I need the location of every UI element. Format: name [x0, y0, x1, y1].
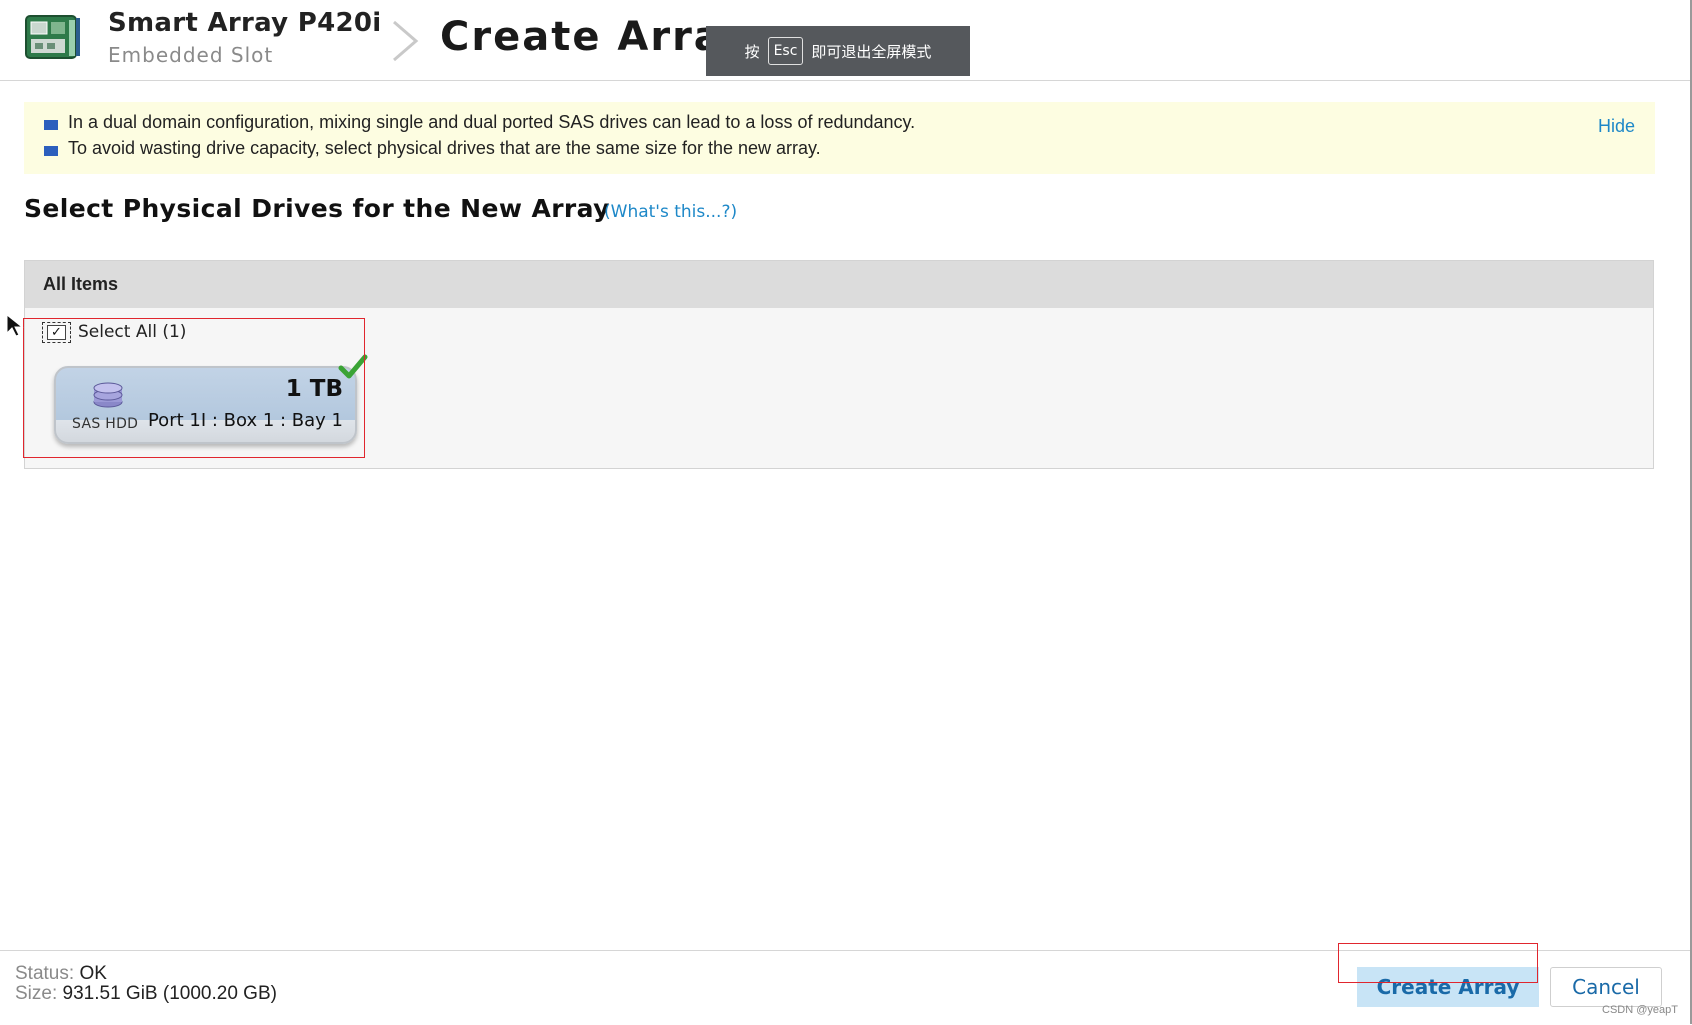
- panel-header-label: All Items: [43, 274, 119, 294]
- physical-drive-tile[interactable]: SAS HDD 1 TB Port 1I : Box 1 : Bay 1: [54, 366, 357, 444]
- toast-suffix: 即可退出全屏模式: [811, 42, 932, 61]
- status-value: OK: [79, 963, 107, 984]
- watermark: CSDN @yeapT: [1602, 1004, 1678, 1016]
- status-line: Status: OK: [15, 963, 107, 985]
- checkmark-icon: [338, 354, 368, 379]
- select-all-label[interactable]: Select All (1): [78, 322, 186, 342]
- size-label: Size:: [15, 983, 58, 1004]
- notice-text: In a dual domain configuration, mixing s…: [68, 112, 916, 132]
- size-line: Size: 931.51 GiB (1000.20 GB): [15, 983, 277, 1005]
- mouse-pointer-icon: [6, 314, 24, 337]
- create-array-button[interactable]: Create Array: [1357, 967, 1539, 1007]
- hide-notice-link[interactable]: Hide: [1598, 116, 1635, 137]
- drive-size-label: 1 TB: [285, 376, 343, 402]
- panel-header: All Items: [25, 261, 1653, 308]
- controller-slot: Embedded Slot: [108, 43, 274, 67]
- page-title: Create Array: [440, 14, 750, 60]
- select-all-checkbox[interactable]: ✓: [42, 322, 71, 343]
- esc-key-badge: Esc: [767, 37, 804, 65]
- cancel-button[interactable]: Cancel: [1550, 967, 1662, 1007]
- toast-prefix: 按: [744, 42, 760, 61]
- notice-text: To avoid wasting drive capacity, select …: [68, 138, 821, 158]
- drive-type-label: SAS HDD: [72, 416, 139, 432]
- raid-controller-icon: [25, 15, 80, 59]
- bullet-icon: [44, 145, 58, 156]
- whats-this-help-link[interactable]: (What's this...?): [604, 202, 737, 222]
- bullet-icon: [44, 119, 58, 130]
- warning-notice: In a dual domain configuration, mixing s…: [24, 102, 1655, 174]
- checkmark-icon: ✓: [47, 325, 66, 340]
- section-title: Select Physical Drives for the New Array: [24, 194, 610, 223]
- controller-name: Smart Array P420i: [108, 8, 382, 38]
- fullscreen-exit-toast: 按 Esc 即可退出全屏模式: [706, 26, 970, 76]
- notice-line: To avoid wasting drive capacity, select …: [44, 138, 821, 159]
- disk-stack-icon: [93, 382, 123, 408]
- chevron-right-icon: [393, 20, 419, 62]
- size-value: 931.51 GiB (1000.20 GB): [62, 983, 277, 1004]
- drive-location-label: Port 1I : Box 1 : Bay 1: [147, 410, 343, 431]
- status-label: Status:: [15, 963, 75, 984]
- notice-line: In a dual domain configuration, mixing s…: [44, 112, 915, 133]
